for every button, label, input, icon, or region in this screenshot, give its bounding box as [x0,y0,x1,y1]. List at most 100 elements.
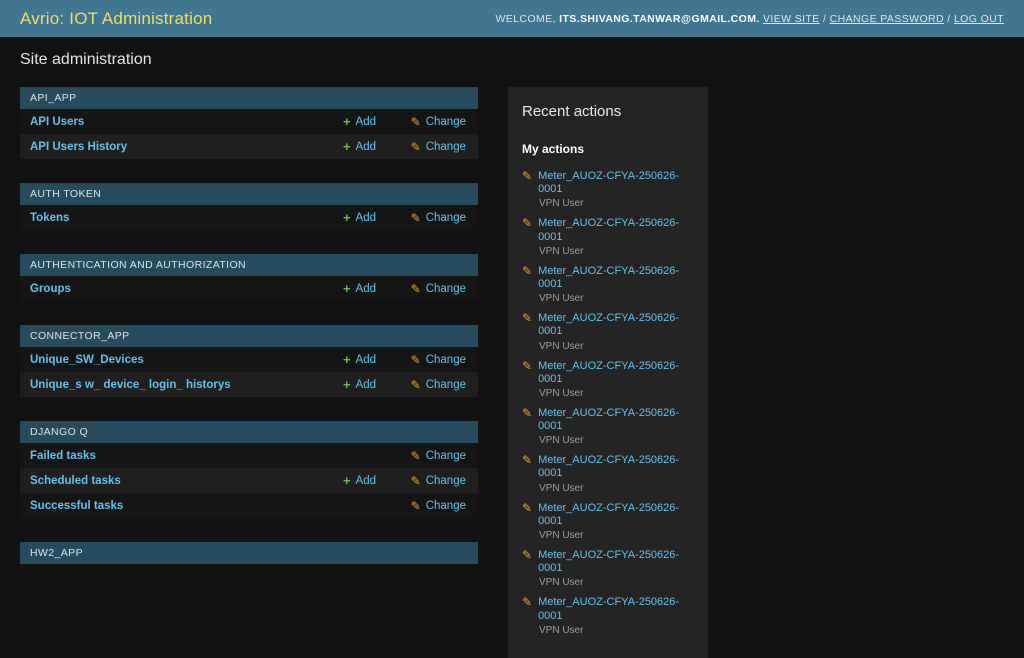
recent-action-line: ✎ Meter_AUOZ-CFYA-250626-0001 [522,170,694,196]
recent-action-meta: VPN User [539,293,584,305]
model-link-api-users-history[interactable]: API Users History [30,141,312,153]
recent-action-meta: VPN User [539,198,584,210]
add-link-unique-s-w-device-login-historys[interactable]: + Add [343,378,376,391]
change-link-groups[interactable]: ✎ Change [411,283,466,295]
add-link-api-users-history[interactable]: + Add [343,140,376,153]
model-row-unique-s-w-device-login-historys: Unique_s w_ device_ login_ historys + Add ✎… [20,372,478,397]
page-title: Site administration [20,51,152,68]
add-cell: + Add [312,282,376,295]
change-link-unique-s-w-device-login-historys[interactable]: ✎ Change [411,379,466,391]
change-link-api-users[interactable]: ✎ Change [411,116,466,128]
header-link-log-out[interactable]: LOG OUT [954,13,1004,25]
model-row-successful-tasks: Successful tasks ✎ Change [20,493,478,518]
recent-pencil-icon: ✎ [522,216,533,231]
module-connector-app: CONNECTOR_APP Unique_SW_Devices + Add ✎ Chang… [20,325,478,397]
recent-pencil-icon: ✎ [522,405,533,420]
change-link-failed-tasks[interactable]: ✎ Change [411,450,466,462]
model-link-scheduled-tasks[interactable]: Scheduled tasks [30,475,312,487]
add-cell: + Add [312,115,376,128]
add-link-unique-sw-devices[interactable]: + Add [343,353,376,366]
add-link-api-users[interactable]: + Add [343,115,376,128]
my-actions-title: My actions [522,142,585,156]
add-plus-icon: + [342,139,351,154]
recent-pencil-icon: ✎ [522,358,533,373]
recent-action-link[interactable]: Meter_AUOZ-CFYA-250626-0001 [538,360,694,386]
change-link-scheduled-tasks[interactable]: ✎ Change [411,475,466,487]
recent-action-link[interactable]: Meter_AUOZ-CFYA-250626-0001 [538,265,694,291]
model-row-groups: Groups + Add ✎ Change [20,276,478,301]
app-title[interactable]: Avrio: IOT Administration [20,9,212,29]
recent-action-item: ✎ Meter_AUOZ-CFYA-250626-0001 VPN User [522,217,694,256]
recent-action-line: ✎ Meter_AUOZ-CFYA-250626-0001 [522,454,694,480]
module-caption-django-q[interactable]: DJANGO Q [20,421,478,443]
recent-action-link[interactable]: Meter_AUOZ-CFYA-250626-0001 [538,596,694,622]
model-link-groups[interactable]: Groups [30,283,312,295]
model-link-tokens[interactable]: Tokens [30,212,312,224]
recent-action-meta: VPN User [539,340,584,352]
model-row-api-users-history: API Users History + Add ✎ Change [20,134,478,159]
add-link-scheduled-tasks[interactable]: + Add [343,474,376,487]
change-cell: ✎ Change [388,354,466,366]
model-link-failed-tasks[interactable]: Failed tasks [30,450,312,462]
recent-action-item: ✎ Meter_AUOZ-CFYA-250626-0001 VPN User [522,596,694,635]
change-pencil-icon: ✎ [410,377,421,392]
model-link-unique-sw-devices[interactable]: Unique_SW_Devices [30,354,312,366]
recent-action-link[interactable]: Meter_AUOZ-CFYA-250626-0001 [538,170,694,196]
header-link-change-password[interactable]: CHANGE PASSWORD [830,13,944,25]
model-link-api-users[interactable]: API Users [30,116,312,128]
recent-action-line: ✎ Meter_AUOZ-CFYA-250626-0001 [522,265,694,291]
branding-bar: Avrio: IOT Administration WELCOME, ITS.S… [0,0,1024,37]
model-row-unique-sw-devices: Unique_SW_Devices + Add ✎ Change [20,347,478,372]
recent-action-line: ✎ Meter_AUOZ-CFYA-250626-0001 [522,596,694,622]
change-cell: ✎ Change [388,450,466,462]
add-cell: + Add [312,353,376,366]
recent-action-link[interactable]: Meter_AUOZ-CFYA-250626-0001 [538,312,694,338]
recent-action-line: ✎ Meter_AUOZ-CFYA-250626-0001 [522,407,694,433]
module-caption-authentication-and-authorization[interactable]: AUTHENTICATION AND AUTHORIZATION [20,254,478,276]
recent-action-item: ✎ Meter_AUOZ-CFYA-250626-0001 VPN User [522,360,694,399]
recent-action-item: ✎ Meter_AUOZ-CFYA-250626-0001 VPN User [522,265,694,304]
recent-action-line: ✎ Meter_AUOZ-CFYA-250626-0001 [522,360,694,386]
change-pencil-icon: ✎ [410,498,421,513]
module-caption-hw2-app[interactable]: HW2_APP [20,542,478,564]
change-pencil-icon: ✎ [410,352,421,367]
change-cell: ✎ Change [388,141,466,153]
model-link-unique-s-w-device-login-historys[interactable]: Unique_s w_ device_ login_ historys [30,379,312,391]
add-link-groups[interactable]: + Add [343,282,376,295]
change-pencil-icon: ✎ [410,473,421,488]
header-link-view-site[interactable]: VIEW SITE [763,13,820,25]
recent-action-item: ✎ Meter_AUOZ-CFYA-250626-0001 VPN User [522,407,694,446]
change-link-api-users-history[interactable]: ✎ Change [411,141,466,153]
change-link-successful-tasks[interactable]: ✎ Change [411,500,466,512]
add-plus-icon: + [342,281,351,296]
recent-action-link[interactable]: Meter_AUOZ-CFYA-250626-0001 [538,549,694,575]
change-link-tokens[interactable]: ✎ Change [411,212,466,224]
user-tools-links: VIEW SITE / CHANGE PASSWORD / LOG OUT [763,12,1004,25]
recent-pencil-icon: ✎ [522,595,533,610]
recent-action-link[interactable]: Meter_AUOZ-CFYA-250626-0001 [538,217,694,243]
recent-pencil-icon: ✎ [522,548,533,562]
recent-pencil-icon: ✎ [522,311,533,326]
recent-pencil-icon: ✎ [522,263,533,278]
recent-action-line: ✎ Meter_AUOZ-CFYA-250626-0001 [522,549,694,575]
recent-action-item: ✎ Meter_AUOZ-CFYA-250626-0001 VPN User [522,502,694,541]
add-link-tokens[interactable]: + Add [343,211,376,224]
module-caption-connector-app[interactable]: CONNECTOR_APP [20,325,478,347]
recent-action-line: ✎ Meter_AUOZ-CFYA-250626-0001 [522,217,694,243]
recent-action-meta: VPN User [539,624,584,636]
add-plus-icon: + [342,377,351,392]
model-link-successful-tasks[interactable]: Successful tasks [30,500,312,512]
recent-action-item: ✎ Meter_AUOZ-CFYA-250626-0001 VPN User [522,312,694,351]
change-link-unique-sw-devices[interactable]: ✎ Change [411,354,466,366]
recent-action-meta: VPN User [539,482,584,494]
model-row-api-users: API Users + Add ✎ Change [20,109,478,134]
recent-actions-title: Recent actions [522,103,622,120]
module-caption-auth-token[interactable]: AUTH TOKEN [20,183,478,205]
recent-action-meta: VPN User [539,387,584,399]
module-caption-api-app[interactable]: API_APP [20,87,478,109]
welcome-label: WELCOME, [495,12,556,25]
recent-action-link[interactable]: Meter_AUOZ-CFYA-250626-0001 [538,407,694,433]
recent-action-link[interactable]: Meter_AUOZ-CFYA-250626-0001 [538,454,694,480]
recent-action-link[interactable]: Meter_AUOZ-CFYA-250626-0001 [538,502,694,528]
recent-action-meta: VPN User [539,435,584,447]
